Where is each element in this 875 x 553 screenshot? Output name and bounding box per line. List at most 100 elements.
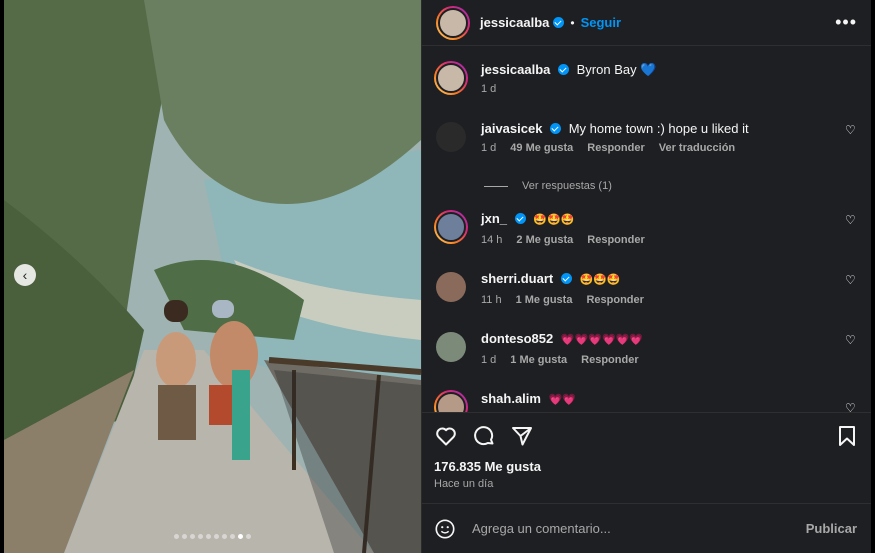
comment-line: donteso852 💗💗💗💗💗💗 <box>481 330 859 349</box>
carousel-dot[interactable] <box>190 534 195 539</box>
comment-item: jaivasicek My home town :) hope u liked … <box>434 120 859 154</box>
publish-button[interactable]: Publicar <box>806 521 857 536</box>
like-comment-icon[interactable]: ♡ <box>845 274 857 286</box>
comments-list: jessicaalba Byron Bay 💙 1 d jaivasicek M… <box>422 46 871 412</box>
comment-item: sherri.duart 🤩🤩🤩 11 h 1 Me gusta Respond… <box>434 270 859 306</box>
comment-meta: 1 d 1 Me gusta Responder <box>481 354 859 366</box>
carousel-dot[interactable] <box>206 534 211 539</box>
separator-dot: • <box>570 15 575 30</box>
comment-composer: Publicar <box>422 503 871 553</box>
like-comment-icon[interactable]: ♡ <box>845 402 857 412</box>
carousel-dot[interactable] <box>238 534 243 539</box>
verified-icon <box>550 123 562 134</box>
comment-meta: 11 h 1 Me gusta Responder <box>481 294 859 306</box>
more-options-icon[interactable]: ••• <box>835 12 857 33</box>
likes-count[interactable]: 176.835 Me gusta <box>434 459 859 474</box>
carousel-dot[interactable] <box>198 534 203 539</box>
comment-username[interactable]: jxn_ <box>481 211 507 226</box>
post-photo <box>4 0 421 553</box>
verified-icon <box>558 64 570 75</box>
previous-image-button[interactable]: ‹ <box>14 264 36 286</box>
comment-username[interactable]: sherri.duart <box>481 271 553 286</box>
comment-likes[interactable]: 49 Me gusta <box>510 142 573 154</box>
comment-likes[interactable]: 1 Me gusta <box>510 354 567 366</box>
reply-button[interactable]: Responder <box>587 142 644 154</box>
like-heart-icon[interactable] <box>434 424 458 448</box>
author-avatar[interactable] <box>436 5 470 40</box>
caption-time: 1 d <box>481 83 497 95</box>
carousel-dot[interactable] <box>230 534 235 539</box>
caption: jessicaalba Byron Bay 💙 1 d <box>434 61 859 95</box>
carousel-dot[interactable] <box>214 534 219 539</box>
share-icon[interactable] <box>510 424 534 448</box>
comment-username[interactable]: jaivasicek <box>481 121 542 136</box>
carousel-dot[interactable] <box>222 534 227 539</box>
carousel-dot[interactable] <box>174 534 179 539</box>
commenter-avatar[interactable] <box>436 332 466 362</box>
post-media[interactable]: ‹ <box>4 0 421 553</box>
comment-text: 🤩🤩🤩 <box>533 214 575 226</box>
caption-meta: 1 d <box>481 83 859 95</box>
comment-body: donteso852 💗💗💗💗💗💗 1 d 1 Me gusta Respond… <box>481 330 859 366</box>
post-panel: jessicaalba • Seguir ••• jessicaalba Byr… <box>421 0 871 553</box>
caption-username[interactable]: jessicaalba <box>481 62 550 77</box>
comment-text: 💗💗💗💗💗💗 <box>560 334 644 346</box>
comment-time: 11 h <box>481 294 502 306</box>
save-bookmark-icon[interactable] <box>835 424 859 448</box>
emoji-icon[interactable] <box>434 518 456 540</box>
comment-body: jxn_ 🤩🤩🤩 14 h 2 Me gusta Responder <box>481 210 859 246</box>
action-icons <box>434 423 859 449</box>
reply-button[interactable]: Responder <box>581 354 638 366</box>
reply-button[interactable]: Responder <box>586 294 643 306</box>
author-username[interactable]: jessicaalba <box>480 15 549 30</box>
caption-avatar[interactable] <box>434 61 468 95</box>
comment-time: 1 d <box>481 354 497 366</box>
comment-body: sherri.duart 🤩🤩🤩 11 h 1 Me gusta Respond… <box>481 270 859 306</box>
post-header: jessicaalba • Seguir ••• <box>422 0 871 46</box>
comment-time: 14 h <box>481 234 503 246</box>
comment-line: sherri.duart 🤩🤩🤩 <box>481 270 859 289</box>
like-comment-icon[interactable]: ♡ <box>845 124 857 136</box>
post-actions: 176.835 Me gusta Hace un día <box>422 412 871 502</box>
comment-text: My home town :) hope u liked it <box>568 121 749 136</box>
comment-time: 1 d <box>481 142 497 154</box>
post-time: Hace un día <box>434 478 494 490</box>
comment-body: shah.alim 💗💗 <box>481 390 859 412</box>
comment-text: 🤩🤩🤩 <box>579 274 621 286</box>
comment-username[interactable]: shah.alim <box>481 391 541 406</box>
verified-icon <box>514 213 526 224</box>
comment-username[interactable]: donteso852 <box>481 331 553 346</box>
view-replies-label[interactable]: Ver respuestas (1) <box>522 180 612 192</box>
reply-button[interactable]: Responder <box>587 234 644 246</box>
like-comment-icon[interactable]: ♡ <box>845 334 857 346</box>
comment-likes[interactable]: 2 Me gusta <box>516 234 573 246</box>
carousel-dot[interactable] <box>182 534 187 539</box>
comment-item: donteso852 💗💗💗💗💗💗 1 d 1 Me gusta Respond… <box>434 330 859 366</box>
comment-item: shah.alim 💗💗 ♡ <box>434 390 859 412</box>
commenter-avatar[interactable] <box>436 122 466 152</box>
commenter-avatar[interactable] <box>434 210 468 244</box>
comment-icon[interactable] <box>472 424 496 448</box>
caption-body: jessicaalba Byron Bay 💙 1 d <box>481 61 859 95</box>
replies-line <box>484 185 508 187</box>
comment-text: 💗💗 <box>548 394 576 406</box>
view-replies[interactable]: Ver respuestas (1) <box>484 180 612 192</box>
comment-likes[interactable]: 1 Me gusta <box>516 294 573 306</box>
commenter-avatar[interactable] <box>436 272 466 302</box>
like-comment-icon[interactable]: ♡ <box>845 214 857 226</box>
post-modal: ‹ jessicaalba • Seguir ••• jessicaalba B… <box>4 0 871 553</box>
carousel-dot[interactable] <box>246 534 251 539</box>
comment-meta: 14 h 2 Me gusta Responder <box>481 234 859 246</box>
translate-button[interactable]: Ver traducción <box>659 142 735 154</box>
verified-icon <box>553 17 565 28</box>
comment-line: shah.alim 💗💗 <box>481 390 859 409</box>
follow-button[interactable]: Seguir <box>581 15 621 30</box>
comment-item: jxn_ 🤩🤩🤩 14 h 2 Me gusta Responder ♡ <box>434 210 859 246</box>
comment-input[interactable] <box>472 521 806 536</box>
verified-icon <box>560 273 572 284</box>
commenter-avatar[interactable] <box>434 390 468 412</box>
comment-line: jxn_ 🤩🤩🤩 <box>481 210 859 229</box>
carousel-dots <box>4 534 421 539</box>
caption-text: Byron Bay 💙 <box>576 62 657 77</box>
comment-body: jaivasicek My home town :) hope u liked … <box>481 120 859 154</box>
